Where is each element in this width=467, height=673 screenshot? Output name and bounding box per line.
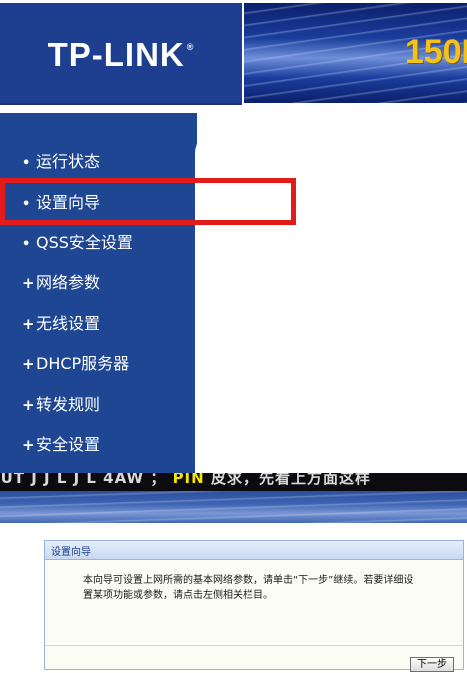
logo-text: TP-LINK <box>47 36 185 73</box>
tp-link-logo: TP-LINK ® <box>0 36 242 74</box>
header-gap <box>0 105 467 113</box>
logo-panel: TP-LINK ® <box>0 3 242 105</box>
sidebar-item-running-status[interactable]: • 运行状态 <box>22 147 100 177</box>
sidebar-item-wireless[interactable]: +无线设置 <box>22 309 100 339</box>
registered-mark: ® <box>186 42 195 52</box>
sidebar-item-label: 网络参数 <box>36 273 101 292</box>
sidebar-item-label: 安全设置 <box>36 435 101 454</box>
sidebar-item-security[interactable]: +安全设置 <box>22 430 100 460</box>
sidebar-item-label: 无线设置 <box>36 314 101 333</box>
sidebar-item-network[interactable]: +网络参数 <box>22 268 100 298</box>
wizard-divider <box>45 645 463 646</box>
plus-icon: + <box>22 355 35 373</box>
caption-text-b: PIN <box>172 473 205 487</box>
sidebar-item-dhcp[interactable]: +DHCP服务器 <box>22 349 129 379</box>
sidebar-item-qss[interactable]: • QSS安全设置 <box>22 228 133 258</box>
wizard-title: 设置向导 <box>51 547 91 558</box>
sidebar-item-label: QSS安全设置 <box>36 233 133 252</box>
wizard-description-line2: 置某项功能或参数，请点击左侧相关栏目。 <box>83 590 273 601</box>
bullet-icon: • <box>22 156 31 171</box>
product-banner: 150I <box>244 3 467 103</box>
caption-text: JUT J J L J L 4AW ； PIN 皮求，先看上方面这样 <box>0 473 371 488</box>
plus-icon: + <box>22 396 35 414</box>
plus-icon: + <box>22 274 35 292</box>
banner-model-text: 150I <box>404 33 467 71</box>
sidebar-item-label: 转发规则 <box>36 395 101 414</box>
wizard-description-line1: 本向导可设置上网所需的基本网络参数，请单击“下一步”继续。若要详细设 <box>83 575 414 586</box>
blue-banner-streaks <box>0 491 467 523</box>
highlight-annotation <box>0 178 296 225</box>
bullet-icon: • <box>22 237 31 252</box>
plus-icon: + <box>22 315 35 333</box>
plus-icon: + <box>22 436 35 454</box>
setup-wizard-panel: 设置向导 本向导可设置上网所需的基本网络参数，请单击“下一步”继续。若要详细设 … <box>44 540 464 672</box>
wizard-title-bar: 设置向导 <box>45 541 463 560</box>
next-button[interactable]: 下一步 <box>410 657 454 672</box>
sidebar-item-forwarding[interactable]: +转发规则 <box>22 390 100 420</box>
sidebar-item-label: 运行状态 <box>36 152 101 171</box>
sidebar-item-label: DHCP服务器 <box>36 354 130 373</box>
caption-text-a: JUT J J L J L 4AW ； <box>0 473 167 487</box>
caption-text-c: 皮求，先看上方面这样 <box>210 473 371 487</box>
caption-band: JUT J J L J L 4AW ； PIN 皮求，先看上方面这样 <box>0 473 467 491</box>
